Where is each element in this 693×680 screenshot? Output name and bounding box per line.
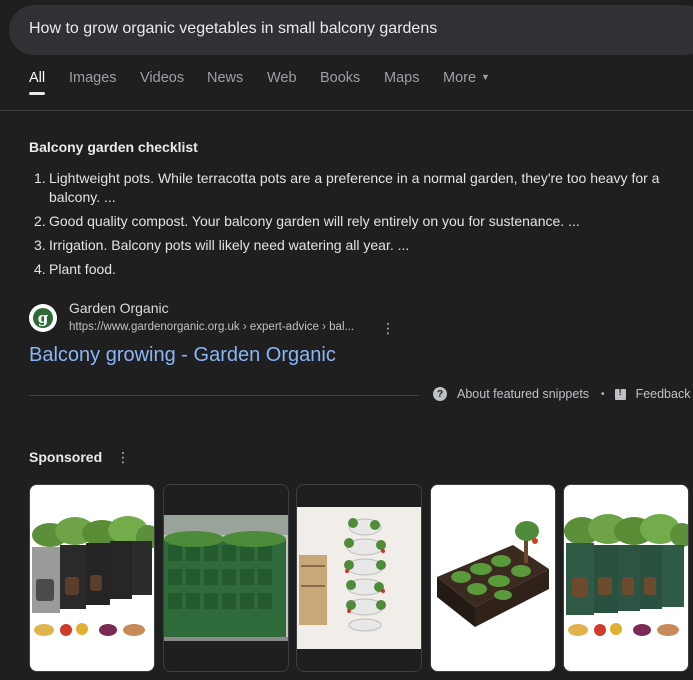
sponsored-product-card[interactable] (29, 484, 155, 672)
caret-down-icon: ▼ (481, 72, 490, 82)
tab-all[interactable]: All (29, 70, 46, 95)
tab-videos-label: Videos (140, 70, 185, 86)
list-item: 2. Good quality compost. Your balcony gar… (29, 212, 679, 231)
search-input[interactable]: How to grow organic vegetables in small … (29, 20, 437, 38)
source-block[interactable]: g Garden Organic https://www.gardenorgan… (29, 300, 429, 340)
help-icon[interactable]: ? (433, 387, 447, 401)
vertical-tower-planter-image (297, 485, 421, 671)
list-text: Good quality compost. Your balcony garde… (49, 213, 580, 229)
feedback-icon[interactable] (614, 387, 626, 400)
tabs-divider (0, 110, 693, 111)
tab-videos[interactable]: Videos (140, 70, 184, 86)
grow-bags-image (564, 485, 688, 671)
list-item: 1. Lightweight pots. While terracotta pot… (29, 169, 679, 207)
list-text: Irrigation. Balcony pots will likely nee… (49, 237, 410, 253)
tab-images-label: Images (69, 70, 117, 86)
list-item: 4. Plant food. (29, 260, 679, 279)
tab-maps[interactable]: Maps (384, 70, 419, 86)
tab-more-label: More (443, 70, 477, 86)
tab-maps-label: Maps (384, 70, 420, 86)
tab-more[interactable]: More ▼ (443, 70, 490, 86)
search-bar[interactable]: How to grow organic vegetables in small … (9, 5, 693, 55)
snippet-footer-divider (29, 395, 419, 396)
list-text: Plant food. (49, 261, 116, 277)
separator-dot: • (601, 388, 605, 400)
tab-all-label: All (29, 70, 46, 86)
garden-organic-favicon-icon: g (29, 304, 57, 332)
tab-news-label: News (207, 70, 244, 86)
snippet-list: 1. Lightweight pots. While terracotta pot… (29, 169, 679, 284)
list-number: 1. (34, 170, 46, 186)
snippet-footer: ? About featured snippets • Feedback (433, 387, 690, 401)
list-text: Lightweight pots. While terracotta pots … (49, 170, 660, 205)
tab-web-label: Web (267, 70, 297, 86)
tab-web[interactable]: Web (267, 70, 297, 86)
list-number: 2. (34, 213, 46, 229)
snippet-title: Balcony garden checklist (29, 139, 198, 155)
raised-bed-image (431, 485, 555, 671)
sponsored-product-card[interactable] (563, 484, 689, 672)
more-options-icon[interactable]: ⋮ (381, 320, 395, 337)
list-number: 4. (34, 261, 46, 277)
about-snippets-link[interactable]: About featured snippets (457, 387, 589, 401)
tab-images[interactable]: Images (69, 70, 117, 86)
wall-planter-image (164, 485, 288, 671)
list-number: 3. (34, 237, 46, 253)
sponsored-options-icon[interactable]: ⋮ (116, 449, 130, 466)
active-tab-indicator (29, 92, 45, 95)
sponsored-product-card[interactable] (296, 484, 422, 672)
sponsored-heading: Sponsored (29, 449, 103, 465)
grow-bags-image (30, 485, 154, 671)
sponsored-product-card[interactable] (163, 484, 289, 672)
feedback-link[interactable]: Feedback (636, 387, 691, 401)
favicon-letter: g (33, 308, 53, 328)
tab-news[interactable]: News (207, 70, 243, 86)
list-item: 3. Irrigation. Balcony pots will likely n… (29, 236, 679, 255)
site-url: https://www.gardenorganic.org.uk › exper… (69, 321, 355, 333)
result-title-link[interactable]: Balcony growing - Garden Organic (29, 344, 336, 367)
tab-books-label: Books (320, 70, 361, 86)
site-name: Garden Organic (69, 300, 169, 316)
tab-books[interactable]: Books (320, 70, 360, 86)
sponsored-product-card[interactable] (430, 484, 556, 672)
